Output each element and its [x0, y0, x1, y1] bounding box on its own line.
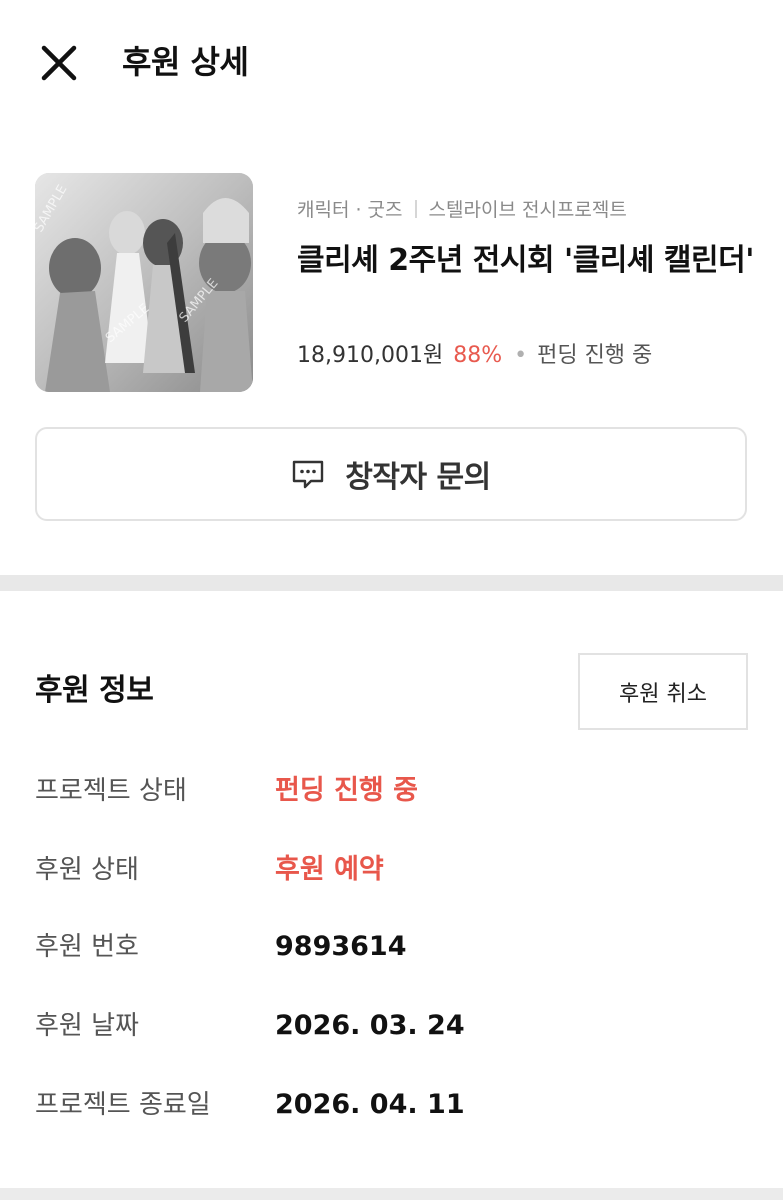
info-label: 후원 번호 [35, 932, 139, 962]
info-value: 2026. 03. 24 [275, 1010, 465, 1041]
close-icon [41, 45, 77, 81]
support-detail-page: 후원 상세 SAMPLE SAMPLE SAMPLE 캐릭터 · 굿즈 스텔라이… [0, 0, 783, 1200]
chat-icon [291, 459, 325, 489]
creator-inquiry-button[interactable]: 창작자 문의 [35, 427, 747, 521]
section-divider-bottom [0, 1188, 783, 1200]
creator-inquiry-label: 창작자 문의 [345, 460, 491, 495]
funding-status: 펀딩 진행 중 [537, 343, 653, 368]
creator-inquiry-content: 창작자 문의 [37, 429, 745, 519]
project-stats: 18,910,001원 88% • 펀딩 진행 중 [297, 341, 652, 371]
info-value: 2026. 04. 11 [275, 1089, 465, 1120]
project-card[interactable]: SAMPLE SAMPLE SAMPLE 캐릭터 · 굿즈 스텔라이브 전시프로젝… [35, 173, 754, 393]
info-row-project-status: 프로젝트 상태 펀딩 진행 중 [35, 769, 735, 813]
project-creator[interactable]: 스텔라이브 전시프로젝트 [429, 199, 627, 221]
info-label: 프로젝트 종료일 [35, 1090, 211, 1120]
info-value: 후원 예약 [275, 854, 384, 885]
project-meta: 캐릭터 · 굿즈 스텔라이브 전시프로젝트 [297, 197, 627, 223]
stats-dot: • [514, 343, 528, 368]
project-thumbnail-image: SAMPLE SAMPLE SAMPLE [35, 173, 253, 392]
page-title: 후원 상세 [122, 43, 249, 81]
project-category: 캐릭터 · 굿즈 [297, 199, 403, 221]
header: 후원 상세 [0, 0, 783, 125]
close-button[interactable] [36, 40, 82, 86]
info-row-support-number: 후원 번호 9893614 [35, 925, 735, 969]
info-label: 후원 날짜 [35, 1011, 139, 1041]
info-value: 펀딩 진행 중 [275, 775, 418, 806]
support-info-title: 후원 정보 [35, 673, 154, 708]
section-divider [0, 575, 783, 591]
project-title[interactable]: 클리셰 2주년 전시회 '클리셰 캘린더' [297, 235, 757, 287]
info-label: 후원 상태 [35, 855, 139, 885]
project-thumbnail[interactable]: SAMPLE SAMPLE SAMPLE [35, 173, 253, 392]
funding-percent: 88% [453, 343, 503, 368]
funding-amount: 18,910,001원 [297, 343, 444, 368]
cancel-support-button[interactable]: 후원 취소 [578, 653, 748, 730]
info-value: 9893614 [275, 931, 407, 962]
meta-separator [414, 200, 417, 218]
info-row-support-status: 후원 상태 후원 예약 [35, 848, 735, 892]
info-row-support-date: 후원 날짜 2026. 03. 24 [35, 1004, 735, 1048]
info-row-project-end-date: 프로젝트 종료일 2026. 04. 11 [35, 1083, 735, 1127]
info-label: 프로젝트 상태 [35, 776, 187, 806]
